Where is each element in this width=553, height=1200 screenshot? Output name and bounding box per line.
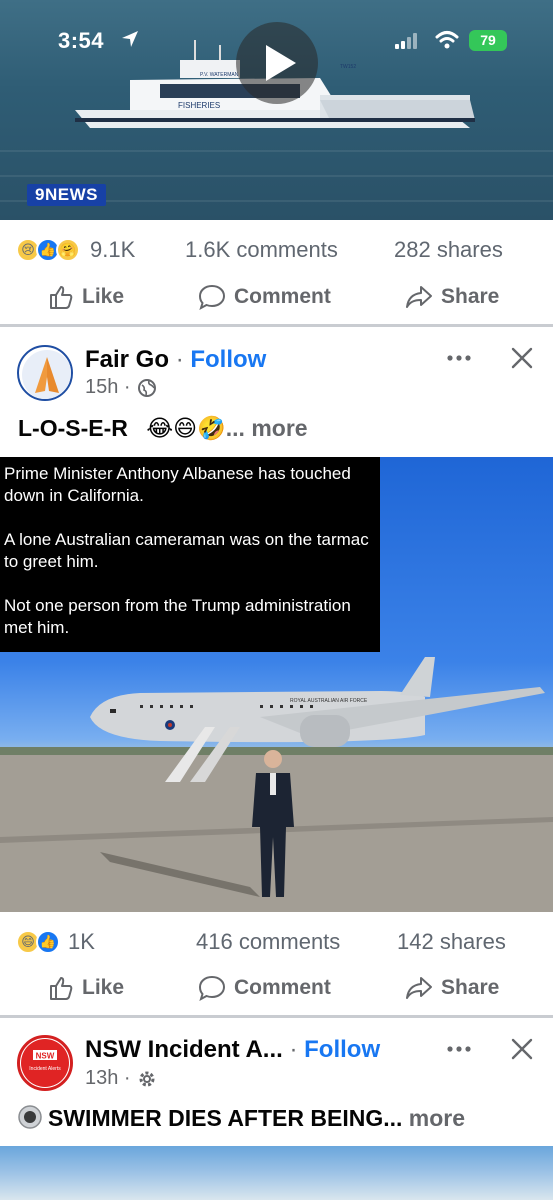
see-more-link[interactable]: ... more [226,415,308,441]
like-label: Like [82,976,125,999]
post-divider [0,1015,553,1018]
thumbs-up-icon [50,286,73,309]
comment-count[interactable]: 416 comments [196,929,340,955]
more-options-icon[interactable] [446,353,472,363]
praying-hands-icon [22,350,71,399]
overlay-text-box: Prime Minister Anthony Albanese has touc… [0,457,380,652]
caption-text: SWIMMER DIES AFTER BEING... [48,1105,403,1131]
reaction-count[interactable]: 1K [68,929,95,955]
overlay-line-3: Not one person from the Trump administra… [4,596,351,637]
fairgo-time[interactable]: 15h · [85,376,131,399]
status-time: 3:54 [58,28,105,53]
plane-image: ROYAL AUSTRALIAN AIR FORCE [90,657,545,782]
globe-icon [137,378,156,397]
comment-bubble-icon [198,284,226,310]
status-bar: 3:54 79 [0,0,553,80]
nsw-caption: SWIMMER DIES AFTER BEING... more [18,1105,465,1132]
nsw-meta: 13h · [85,1067,157,1090]
reaction-icons: 😢 👍 🤗 [16,238,80,262]
post-divider [0,324,553,327]
like-label: Like [82,285,125,308]
nsw-page-name[interactable]: NSW Incident A... [85,1036,283,1063]
care-reaction-icon: 🤗 [56,238,80,262]
see-more-link[interactable]: more [409,1105,465,1131]
overlay-line-2: A lone Australian cameraman was on the t… [4,530,369,571]
person-image [252,750,294,897]
close-icon[interactable] [511,1038,533,1060]
caption-emojis: 😂😄🤣 [146,415,226,441]
share-button[interactable]: Share [405,975,499,1001]
nsw-logo-icon: NSW Incident Alerts [21,1039,69,1087]
more-options-icon[interactable] [446,1044,472,1054]
like-button[interactable]: Like [48,284,124,310]
nsw-avatar[interactable]: NSW Incident Alerts [17,1035,73,1091]
share-label: Share [441,976,500,999]
plane-label: ROYAL AUSTRALIAN AIR FORCE [290,698,368,704]
overlay-line-1: Prime Minister Anthony Albanese has touc… [4,464,351,505]
news-logo: 9NEWS [27,184,106,206]
share-button[interactable]: Share [405,284,499,310]
fairgo-meta: 15h · [85,376,157,399]
nsw-logo-subtext: Incident Alerts [29,1066,61,1072]
close-icon[interactable] [511,347,533,369]
reaction-icons: 😄 👍 [16,930,60,954]
reactions-row[interactable]: 😄 👍 1K 416 comments 142 shares [0,922,553,962]
fairgo-follow-button[interactable]: Follow [190,346,266,373]
share-arrow-icon [406,286,432,308]
nsw-logo-text: NSW [36,1052,55,1061]
share-arrow-icon [406,977,432,999]
gear-icon [139,1071,155,1086]
reactions-row[interactable]: 😢 👍 🤗 9.1K 1.6K comments 282 shares [0,230,553,270]
actions-row: Like Comment Share [0,963,553,1013]
caption-text: L-O-S-E-R [18,415,128,441]
like-reaction-icon: 👍 [36,930,60,954]
share-count[interactable]: 282 shares [394,237,503,263]
comment-label: Comment [234,976,331,999]
nsw-time[interactable]: 13h · [85,1067,131,1090]
name-separator: · [289,1036,298,1063]
actions-row: Like Comment Share [0,272,553,322]
comment-label: Comment [234,285,331,308]
boat-label: FISHERIES [178,101,220,110]
comment-button[interactable]: Comment [198,975,331,1001]
battery-indicator: 79 [469,30,507,51]
name-separator: · [175,346,184,373]
fairgo-header: Fair Go · Follow [85,346,266,374]
reaction-count[interactable]: 9.1K [90,237,135,263]
share-count[interactable]: 142 shares [397,929,506,955]
record-button-icon [18,1105,42,1129]
thumbs-up-icon [50,977,73,1000]
nsw-post-image[interactable] [0,1146,553,1200]
nsw-follow-button[interactable]: Follow [304,1036,380,1063]
fairgo-caption: L-O-S-E-R 😂😄🤣... more [18,415,308,442]
wifi-icon [435,31,459,49]
share-label: Share [441,285,500,308]
nsw-header: NSW Incident A... · Follow [85,1036,380,1064]
location-arrow-icon [122,31,138,47]
comment-button[interactable]: Comment [198,284,331,310]
signal-icon [395,33,417,49]
comment-count[interactable]: 1.6K comments [185,237,338,263]
fairgo-post-image[interactable]: ROYAL AUSTRALIAN AIR FORCE Prime Ministe… [0,457,553,912]
comment-bubble-icon [198,975,226,1001]
fairgo-page-name[interactable]: Fair Go [85,346,169,373]
like-button[interactable]: Like [48,975,124,1001]
fairgo-avatar[interactable] [17,345,73,401]
